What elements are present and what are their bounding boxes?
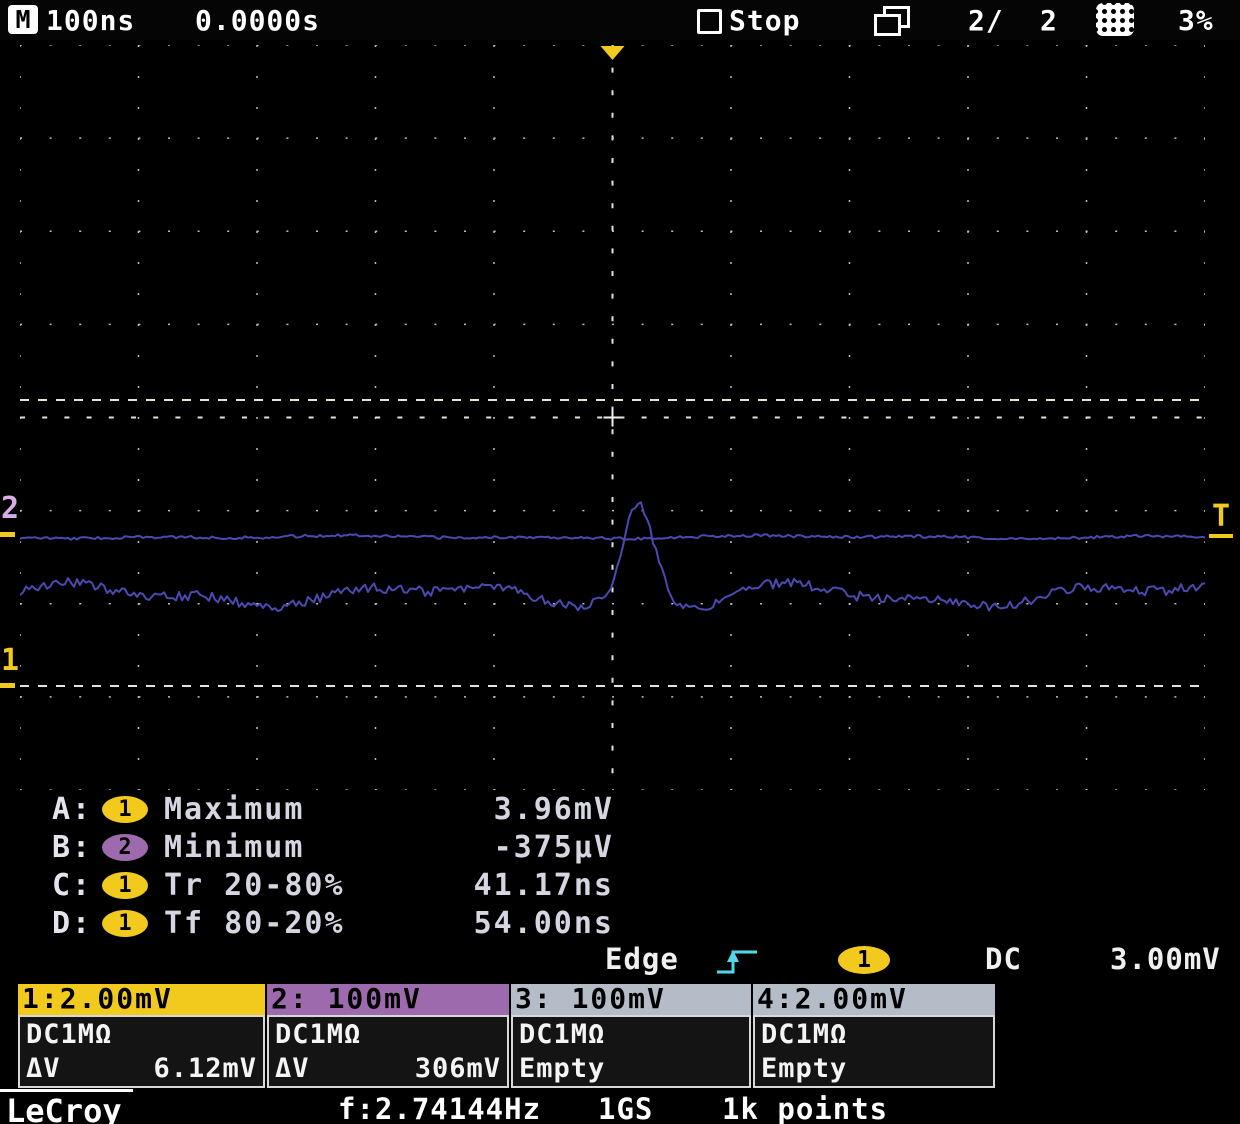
- stop-indicator-icon: [697, 9, 722, 34]
- channel-1-level-dash: [0, 683, 15, 688]
- trigger-coupling[interactable]: DC: [985, 942, 1022, 976]
- channel-2-box[interactable]: 2: 100mV DC1MΩ ΔV 306mV: [267, 984, 509, 1088]
- graticule: [20, 45, 1205, 790]
- oscilloscope-screen: M 100ns 0.0000s Stop 2/ 2 3% 2 1 T A: 1 …: [0, 0, 1240, 1124]
- channel-1-header[interactable]: 1:2.00mV: [18, 984, 265, 1015]
- channel-4-header[interactable]: 4:2.00mV: [753, 984, 995, 1015]
- channel-1-marker[interactable]: 1: [1, 646, 19, 676]
- trigger-frequency: f:2.74144Hz: [338, 1092, 541, 1124]
- brand-logo: LeCroy: [6, 1092, 122, 1124]
- waveform-display: [20, 45, 1205, 790]
- measure-value: 54.00ns: [474, 906, 614, 941]
- trigger-level-marker[interactable]: T: [1212, 502, 1230, 532]
- measure-value: 41.17ns: [474, 868, 614, 903]
- source-badge: 1: [102, 910, 148, 937]
- acquisition-status[interactable]: Stop: [729, 4, 800, 37]
- measure-value: 3.96mV: [494, 792, 614, 827]
- trigger-level-value[interactable]: 3.00mV: [1110, 942, 1221, 976]
- segments-icon[interactable]: [874, 6, 910, 34]
- measure-label: D:: [52, 906, 102, 941]
- segment-total: 2: [1040, 4, 1058, 37]
- channel-3-box[interactable]: 3: 100mV DC1MΩ Empty: [511, 984, 751, 1088]
- measure-label: A:: [52, 792, 102, 827]
- channel-4-box[interactable]: 4:2.00mV DC1MΩ Empty: [753, 984, 995, 1088]
- measurement-panel: A: 1 Maximum 3.96mV B: 2 Minimum -375µV …: [52, 790, 614, 942]
- trigger-level-dash: [1209, 534, 1233, 538]
- segment-index: 2/: [968, 4, 1004, 37]
- timebase-value: 100ns: [46, 4, 135, 37]
- channel-extra-label: Empty: [519, 1053, 605, 1084]
- measurement-row: A: 1 Maximum 3.96mV: [52, 790, 614, 828]
- timebase-mode-icon[interactable]: M: [8, 5, 38, 34]
- measure-name: Tf 80-20%: [164, 906, 474, 941]
- channel-2-marker[interactable]: 2: [1, 494, 19, 524]
- channel-extra-value: 6.12mV: [153, 1053, 257, 1084]
- channel-3-header[interactable]: 3: 100mV: [511, 984, 751, 1015]
- channel-extra-label: ΔV: [26, 1053, 61, 1084]
- trigger-source-badge[interactable]: 1: [838, 946, 890, 974]
- source-badge: 1: [102, 796, 148, 823]
- measurement-row: D: 1 Tf 80-20% 54.00ns: [52, 904, 614, 942]
- measurement-row: C: 1 Tr 20-80% 41.17ns: [52, 866, 614, 904]
- trigger-type[interactable]: Edge: [605, 942, 679, 976]
- channel-coupling: DC1MΩ: [761, 1019, 987, 1050]
- measure-name: Minimum: [164, 830, 494, 865]
- measure-name: Tr 20-80%: [164, 868, 474, 903]
- channel-coupling: DC1MΩ: [519, 1019, 743, 1050]
- sample-rate: 1GS: [598, 1092, 653, 1124]
- source-badge: 2: [102, 834, 148, 861]
- channel-coupling: DC1MΩ: [26, 1019, 257, 1050]
- channel-extra-label: ΔV: [275, 1053, 310, 1084]
- record-length: 1k points: [722, 1092, 888, 1124]
- measure-label: B:: [52, 830, 102, 865]
- intensity-icon[interactable]: [1096, 3, 1134, 36]
- channel-2-level-dash: [0, 532, 15, 537]
- measure-value: -375µV: [494, 830, 614, 865]
- channel-2-header[interactable]: 2: 100mV: [267, 984, 509, 1015]
- channel-extra-value: 306mV: [415, 1053, 501, 1084]
- trigger-delay-value: 0.0000s: [195, 4, 320, 37]
- source-badge: 1: [102, 872, 148, 899]
- intensity-percent: 3%: [1178, 4, 1214, 37]
- channel-extra-label: Empty: [761, 1053, 847, 1084]
- measure-name: Maximum: [164, 792, 494, 827]
- channel-coupling: DC1MΩ: [275, 1019, 501, 1050]
- measurement-row: B: 2 Minimum -375µV: [52, 828, 614, 866]
- measure-label: C:: [52, 868, 102, 903]
- edge-trigger-icon: [715, 944, 761, 978]
- top-bar: M 100ns 0.0000s Stop 2/ 2 3%: [0, 0, 1240, 40]
- channel-1-box[interactable]: 1:2.00mV DC1MΩ ΔV 6.12mV: [18, 984, 265, 1088]
